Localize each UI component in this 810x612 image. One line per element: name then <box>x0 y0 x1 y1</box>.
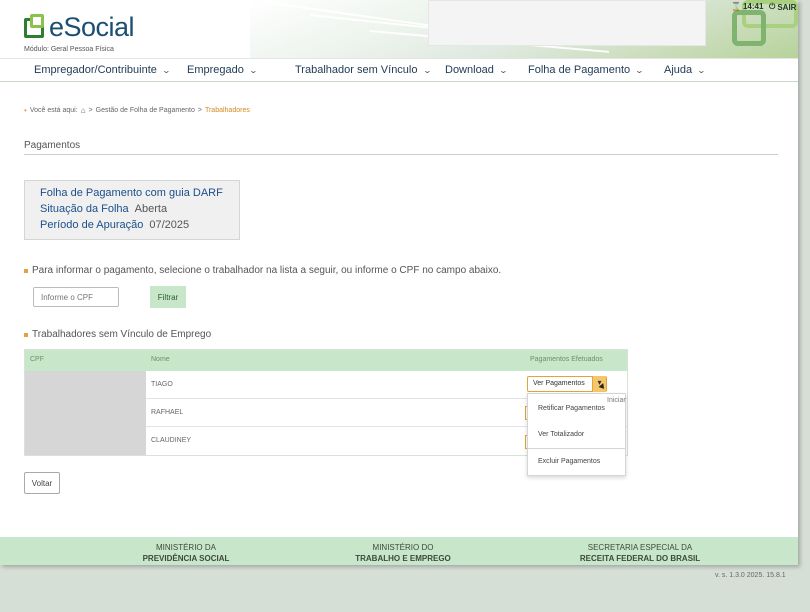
chevron-down-icon: ⌄ <box>161 65 171 75</box>
footer-line-bold: TRABALHO E EMPREGO <box>355 554 451 563</box>
chevron-down-icon: ⌄ <box>696 65 707 75</box>
app-logo-text: eSocial <box>49 12 135 42</box>
actions-dropdown-menu: Retificar Pagamentos Ver Totalizador Exc… <box>527 393 626 476</box>
footer: MINISTÉRIO DA PREVIDÊNCIA SOCIAL MINISTÉ… <box>0 537 798 565</box>
ver-pagamentos-label: Ver Pagamentos <box>533 380 585 387</box>
chevron-down-icon: ⌄ <box>248 65 258 75</box>
breadcrumb-separator: > <box>197 107 202 114</box>
hourglass-icon: ⌛ <box>731 2 741 11</box>
module-label: Módulo: Geral Pessoa Física <box>24 46 114 53</box>
chevron-down-icon: ⌄ <box>634 65 645 75</box>
bullet-icon <box>24 332 28 337</box>
chevron-down-icon: ⌄ <box>498 65 508 75</box>
worker-name: CLAUDINEY <box>151 437 192 444</box>
worker-name: RAFHAEL <box>151 409 184 416</box>
breadcrumb-current: Trabalhadores <box>204 107 250 114</box>
column-header-nome: Nome <box>151 356 170 363</box>
chevron-down-icon: ⌄ <box>422 65 432 75</box>
column-header-cpf: CPF <box>30 356 44 363</box>
payroll-type: Folha de Pagamento com guia DARF <box>40 187 223 199</box>
footer-line: MINISTÉRIO DA <box>155 543 216 552</box>
esocial-logo-icon <box>24 14 46 38</box>
home-icon[interactable]: ⌂ <box>81 106 86 115</box>
status-value: Aberta <box>134 203 168 215</box>
menu-item-totalizador[interactable]: Ver Totalizador <box>538 431 584 438</box>
session-time: 14:41 <box>742 2 764 11</box>
workers-section-title: Trabalhadores sem Vínculo de Emprego <box>24 329 211 340</box>
nav-label: Ajuda <box>664 64 693 76</box>
footer-line: SECRETARIA ESPECIAL DA <box>587 543 693 552</box>
footer-line: MINISTÉRIO DO <box>372 543 434 552</box>
nav-empregador[interactable]: Empregador/Contribuinte ⌄ <box>34 64 171 76</box>
exit-button[interactable]: ⏻ SAIR <box>769 2 796 12</box>
nav-trabalhador-sem-vinculo[interactable]: Trabalhador sem Vínculo ⌄ <box>295 64 432 76</box>
nav-label: Trabalhador sem Vínculo <box>295 64 418 76</box>
cpf-column-masked <box>25 371 146 455</box>
nav-empregado[interactable]: Empregado ⌄ <box>187 64 258 76</box>
header: eSocial Módulo: Geral Pessoa Física ⌛ 14… <box>0 0 798 58</box>
breadcrumb: • Você está aqui: ⌂ > Gestão de Folha de… <box>24 106 250 115</box>
footer-line-bold: RECEITA FEDERAL DO BRASIL <box>579 554 701 563</box>
tooltip: Iniciar <box>607 397 626 404</box>
worker-name: TIAGO <box>151 381 173 388</box>
menu-item-retificar[interactable]: Retificar Pagamentos <box>538 405 605 412</box>
nav-label: Empregador/Contribuinte <box>34 64 157 76</box>
nav-download[interactable]: Download ⌄ <box>445 64 508 76</box>
menu-item-excluir[interactable]: Excluir Pagamentos <box>538 458 600 465</box>
divider <box>24 154 778 155</box>
bullet-icon: • <box>24 106 27 115</box>
power-icon: ⏻ <box>769 2 776 11</box>
breadcrumb-link[interactable]: Gestão de Folha de Pagamento <box>96 107 195 114</box>
nav-label: Empregado <box>187 64 244 76</box>
column-header-pagamentos: Pagamentos Efetuados <box>530 356 603 363</box>
ver-pagamentos-button[interactable]: Ver Pagamentos ▾ <box>527 376 607 392</box>
version-label: v. s. 1.3.0 2025. 15.8.1 <box>715 572 786 579</box>
nav-label: Download <box>445 64 494 76</box>
header-decoration-square <box>732 10 766 46</box>
breadcrumb-separator: > <box>88 107 93 114</box>
header-blank-area <box>428 0 706 46</box>
session-timer: ⌛ 14:41 <box>731 2 763 11</box>
filter-instruction: Para informar o pagamento, selecione o t… <box>24 265 501 276</box>
footer-receita: SECRETARIA ESPECIAL DA RECEITA FEDERAL D… <box>570 542 710 564</box>
page-title: Pagamentos <box>24 140 81 151</box>
nav-folha-de-pagamento[interactable]: Folha de Pagamento ⌄ <box>528 64 645 76</box>
instruction-text: Para informar o pagamento, selecione o t… <box>32 265 502 276</box>
back-button[interactable]: Voltar <box>24 472 60 494</box>
filter-button[interactable]: Filtrar <box>150 286 186 308</box>
main-nav: Empregador/Contribuinte ⌄ Empregado ⌄ Tr… <box>0 58 798 82</box>
breadcrumb-prefix: Você está aqui: <box>29 107 78 114</box>
payroll-period-row: Período de Apuração 07/2025 <box>40 219 239 231</box>
cpf-input[interactable] <box>33 287 119 307</box>
bullet-icon <box>24 268 28 273</box>
exit-label: SAIR <box>777 2 797 12</box>
table-header: CPF Nome Pagamentos Efetuados <box>25 350 627 371</box>
period-value: 07/2025 <box>149 219 190 231</box>
payroll-info-box: Folha de Pagamento com guia DARF Situaçã… <box>24 180 240 240</box>
workers-title-text: Trabalhadores sem Vínculo de Emprego <box>32 329 212 340</box>
period-label: Período de Apuração <box>40 219 144 231</box>
menu-separator <box>528 448 625 449</box>
nav-label: Folha de Pagamento <box>528 64 631 76</box>
payroll-status-row: Situação da Folha Aberta <box>40 203 239 215</box>
nav-ajuda[interactable]: Ajuda ⌄ <box>664 64 707 76</box>
status-label: Situação da Folha <box>40 203 129 215</box>
footer-previdencia: MINISTÉRIO DA PREVIDÊNCIA SOCIAL <box>128 542 244 564</box>
footer-trabalho: MINISTÉRIO DO TRABALHO E EMPREGO <box>340 542 466 564</box>
page: eSocial Módulo: Geral Pessoa Física ⌛ 14… <box>0 0 798 565</box>
footer-line-bold: PREVIDÊNCIA SOCIAL <box>142 554 230 563</box>
